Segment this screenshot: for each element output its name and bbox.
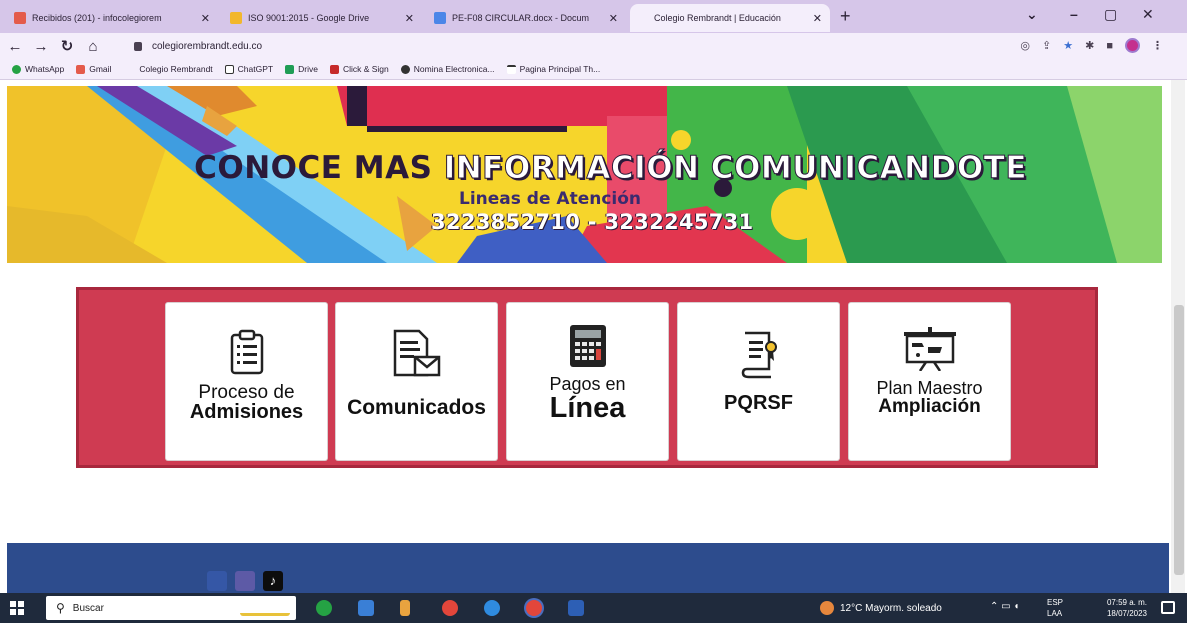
search-highlight-icon [240,600,290,616]
web-page: CONOCE MAS INFORMACIÓN COMUNICANDOTE Lin… [0,80,1187,593]
system-clock[interactable]: 07:59 a. m. 18/07/2023 [1107,597,1147,619]
drive-icon [230,12,242,24]
card-pqrsf[interactable]: PQRSF [678,303,839,460]
file-explorer-icon[interactable] [358,600,374,616]
banner-title: CONOCE MAS INFORMACIÓN COMUNICANDOTE [194,150,1027,187]
bookmark-click-sign[interactable]: Click & Sign [329,64,389,74]
chrome-taskbar-icon[interactable] [442,600,458,616]
windows-taskbar: ⚲ Buscar 12°C Mayorm. soleado ⌃ ▭ ◖ ESP … [0,593,1187,623]
card-plan-maestro[interactable]: Plan Maestro Ampliación [849,303,1010,460]
reload-icon[interactable]: ↻ [56,37,78,55]
card-comunicados[interactable]: Comunicados [336,303,497,460]
calculator-icon [569,325,606,367]
tab-title: ISO 9001:2015 - Google Drive [248,13,370,23]
maximize-button[interactable]: ▢ [1104,6,1117,23]
language-indicator[interactable]: ESP LAA [1047,597,1063,619]
home-icon[interactable]: ⌂ [82,38,104,55]
google-lens-icon[interactable]: ◎ [1020,39,1030,52]
bookmark-drive[interactable]: Drive [285,64,318,74]
bookmark-chatgpt[interactable]: ChatGPT [224,64,273,74]
gmail-icon [76,64,86,74]
tab-title: Colegio Rembrandt | Educación [654,13,781,23]
windows-start-icon[interactable] [10,601,24,615]
tray-icons[interactable]: ⌃ ▭ ◖ [990,601,1019,612]
url-text: colegiorembrandt.edu.co [152,40,263,52]
card-label: PQRSF [724,392,793,414]
lock-icon [134,41,142,51]
banner-phone-numbers: 3223852710 - 3232245731 [431,210,754,234]
click-sign-icon [329,64,339,74]
whatsapp-taskbar-icon[interactable] [316,600,332,616]
card-label: Pagos en Línea [549,374,626,424]
close-tab-icon[interactable]: ✕ [405,12,414,25]
tab-gmail[interactable]: Recibidos (201) - infocolegiorem ✕ [6,4,218,32]
close-tab-icon[interactable]: ✕ [609,12,618,25]
browser-tab-strip: Recibidos (201) - infocolegiorem ✕ ISO 9… [0,0,1187,33]
bookmark-pagina-principal[interactable]: Pagina Principal Th... [506,64,600,74]
close-tab-icon[interactable]: ✕ [201,12,210,25]
document-mail-icon [393,329,440,377]
card-label: Plan Maestro Ampliación [876,378,983,417]
bookmark-star-icon[interactable]: ★ [1063,39,1073,52]
hero-banner: CONOCE MAS INFORMACIÓN COMUNICANDOTE Lin… [7,86,1162,263]
notifications-icon[interactable] [1161,601,1175,614]
extensions-icon[interactable]: ✱ [1085,39,1094,52]
weather-sun-icon [820,601,834,615]
app-icon[interactable] [400,600,410,616]
back-arrow-icon[interactable]: ← [4,38,26,55]
scrollbar-thumb[interactable] [1174,305,1184,575]
search-icon: ⚲ [56,601,65,615]
bookmark-nomina[interactable]: Nomina Electronica... [400,64,495,74]
site-footer: ♪ [7,543,1169,593]
drive-icon [285,64,295,74]
presentation-board-icon [903,327,956,371]
whatsapp-icon [12,64,21,74]
tab-google-drive[interactable]: ISO 9001:2015 - Google Drive ✕ [222,4,422,32]
card-pagos-en-linea[interactable]: Pagos en Línea [507,303,668,460]
minimize-button[interactable]: – [1070,6,1078,22]
clipboard-icon [230,329,263,375]
tab-title: Recibidos (201) - infocolegiorem [32,13,162,23]
card-label: Proceso de Admisiones [189,382,304,423]
chatgpt-icon [224,64,234,74]
menu-kebab-icon[interactable]: ⋮ [1152,39,1163,52]
scroll-certificate-icon [741,331,777,379]
bookmarks-bar: WhatsApp Gmail Colegio Rembrandt ChatGPT… [0,59,1187,80]
tab-title: PE-F08 CIRCULAR.docx - Docum [452,13,590,23]
tiktok-icon[interactable]: ♪ [263,571,283,591]
forward-arrow-icon[interactable]: → [30,38,52,55]
docs-icon [434,12,446,24]
bookmark-whatsapp[interactable]: WhatsApp [12,64,64,74]
page-icon [506,64,516,74]
facebook-icon[interactable] [207,571,227,591]
instagram-icon[interactable] [235,571,255,591]
gmail-icon [14,12,26,24]
edge-taskbar-icon[interactable] [484,600,500,616]
close-window-button[interactable]: ✕ [1142,6,1154,23]
card-proceso-admisiones[interactable]: Proceso de Admisiones [166,303,327,460]
address-bar[interactable]: colegiorembrandt.edu.co [130,35,980,57]
card-label: Comunicados [347,396,486,419]
quick-links-panel: Proceso de Admisiones Comunicados Pagos … [76,287,1098,468]
chrome-active-icon[interactable] [526,600,542,616]
system-tray-weather[interactable]: 12°C Mayorm. soleado [820,593,942,623]
bookmark-colegio-rembrandt[interactable]: Colegio Rembrandt [139,64,212,74]
tab-colegio-rembrandt[interactable]: Colegio Rembrandt | Educación ✕ [630,4,830,32]
share-icon[interactable]: ⇪ [1042,39,1051,52]
bookmark-gmail[interactable]: Gmail [76,64,111,74]
profile-avatar[interactable] [1125,38,1140,53]
tab-google-docs[interactable]: PE-F08 CIRCULAR.docx - Docum ✕ [426,4,626,32]
word-taskbar-icon[interactable] [568,600,584,616]
browser-toolbar: ← → ↻ ⌂ colegiorembrandt.edu.co ◎ ⇪ ★ ✱ … [0,33,1187,59]
new-tab-button[interactable]: + [840,6,851,27]
sidebar-icon[interactable]: ■ [1106,40,1113,52]
banner-subtitle: Lineas de Atención [459,189,642,209]
tab-search-chevron-icon[interactable]: ⌄ [1026,6,1038,23]
globe-icon [400,64,410,74]
close-tab-icon[interactable]: ✕ [813,12,822,25]
